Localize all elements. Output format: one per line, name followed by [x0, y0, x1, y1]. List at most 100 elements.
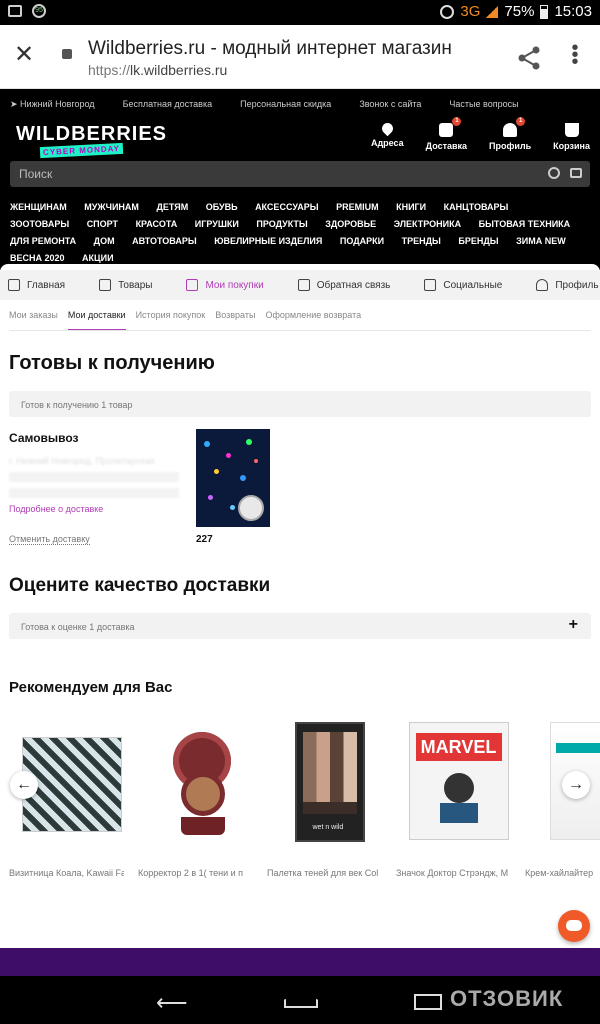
blurred-line [9, 488, 179, 498]
cart-icon [564, 123, 579, 137]
product-name: Значок Доктор Стрэндж, М [396, 868, 509, 878]
recommend-heading: Рекомендуем для Вас [9, 679, 173, 696]
product-name: Палетка теней для век Col [267, 868, 379, 878]
overflow-menu-icon[interactable]: • • • [570, 38, 580, 72]
category-link[interactable]: ОБУВЬ [206, 199, 238, 216]
free-delivery-link[interactable]: Бесплатная доставка [123, 99, 213, 110]
category-link[interactable]: АВТОТОВАРЫ [132, 233, 197, 250]
carousel-next-arrow[interactable]: → [562, 771, 590, 799]
recommendation-card[interactable]: MARVEL Значок Доктор Стрэндж, М [396, 722, 521, 878]
home-icon [8, 279, 20, 291]
tab-goods[interactable]: Товары [91, 279, 152, 291]
ready-strip: Готов к получению 1 товар [9, 391, 591, 417]
subtab-deliveries[interactable]: Мои доставки [67, 310, 126, 331]
product-image[interactable] [196, 429, 270, 527]
alarm-icon [440, 4, 455, 19]
blurred-line [9, 472, 179, 482]
category-link[interactable]: КРАСОТА [136, 216, 178, 233]
tab-profile[interactable]: Профиль [528, 279, 599, 291]
tab-my-purchases[interactable]: Мои покупки [178, 279, 264, 291]
city-link[interactable]: ➤ Нижний Новгород [10, 99, 95, 110]
profile-badge: 1 [516, 117, 526, 126]
share-icon[interactable] [516, 45, 542, 71]
site-logo[interactable]: WILDBERRIES [16, 123, 167, 146]
delivery-button[interactable]: 1 Доставка [426, 117, 467, 151]
cancel-delivery-link[interactable]: Отменить доставку [9, 534, 90, 545]
recommendation-card[interactable]: wet n wild Палетка теней для век Col [267, 722, 392, 878]
expand-plus-icon[interactable]: + [569, 616, 578, 634]
back-icon[interactable]: ⟵ [156, 990, 188, 1016]
personal-discount-link[interactable]: Персональная скидка [240, 99, 331, 110]
search-icon[interactable] [548, 167, 560, 179]
subtab-history[interactable]: История покупок [136, 310, 206, 331]
site-header: ➤ Нижний Новгород Бесплатная доставка Пе… [0, 89, 600, 266]
category-link[interactable]: ПОДАРКИ [340, 233, 384, 250]
subtab-returns[interactable]: Возвраты [215, 310, 255, 331]
delivery-details-link[interactable]: Подробнее о доставке [9, 504, 103, 514]
category-link[interactable]: МУЖЧИНАМ [84, 199, 139, 216]
category-link[interactable]: ЗООТОВАРЫ [10, 216, 69, 233]
recommendations-carousel: Визитница Коала, Kawaii Fa Корректор 2 в… [0, 722, 600, 878]
product-name: Корректор 2 в 1( тени и п [138, 868, 244, 878]
category-link[interactable]: БРЕНДЫ [458, 233, 498, 250]
footer-bar [0, 948, 600, 976]
recent-apps-icon[interactable] [414, 994, 442, 1010]
category-link[interactable]: ЗДОРОВЬЕ [325, 216, 376, 233]
product-image: MARVEL [408, 722, 509, 840]
chat-button[interactable] [558, 910, 590, 942]
pickup-label: Самовывоз [9, 431, 79, 445]
category-link[interactable]: АКСЕССУАРЫ [255, 199, 319, 216]
rate-heading: Оцените качество доставки [9, 575, 271, 596]
tab-social[interactable]: Социальные [416, 279, 502, 291]
category-link[interactable]: ТРЕНДЫ [402, 233, 441, 250]
battery-label: 75% [504, 3, 535, 20]
gallery-icon [8, 5, 22, 17]
browser-toolbar: ✕ Wildberries.ru - модный интернет магаз… [0, 25, 600, 89]
delivery-icon: 1 [439, 117, 462, 137]
recommendation-card[interactable]: Корректор 2 в 1( тени и п [138, 722, 263, 878]
category-link[interactable]: СПОРТ [87, 216, 118, 233]
category-link[interactable]: ПРОДУКТЫ [256, 216, 307, 233]
profile-button[interactable]: 1 Профиль [489, 117, 531, 151]
category-link[interactable]: ЖЕНЩИНАМ [10, 199, 67, 216]
category-link[interactable]: ЮВЕЛИРНЫЕ ИЗДЕЛИЯ [214, 233, 322, 250]
category-link[interactable]: ЗИМА NEW [516, 233, 566, 250]
page-url[interactable]: https://lk.wildberries.ru [88, 62, 227, 78]
lock-icon [62, 49, 72, 59]
system-nav-bar: ⟵ ОТЗОВИК [0, 976, 600, 1024]
page-title: Wildberries.ru - модный интернет магазин [88, 38, 452, 59]
category-menu: ЖЕНЩИНАМ МУЖЧИНАМ ДЕТЯМ ОБУВЬ АКСЕССУАРЫ… [10, 199, 595, 267]
pickup-address: г. Нижний Новгород, Пролетарская [9, 456, 155, 466]
category-link[interactable]: КНИГИ [396, 199, 426, 216]
brand-text: wet n wild [312, 824, 344, 831]
tab-feedback[interactable]: Обратная связь [290, 279, 390, 291]
subtab-return-form[interactable]: Оформление возврата [265, 310, 361, 331]
category-link[interactable]: ДЛЯ РЕМОНТА [10, 233, 76, 250]
close-tab-icon[interactable]: ✕ [14, 43, 34, 67]
delivery-badge: 1 [452, 117, 462, 126]
category-link[interactable]: ДЕТЯМ [156, 199, 188, 216]
category-link[interactable]: ИГРУШКИ [195, 216, 239, 233]
callback-link[interactable]: Звонок с сайта [359, 99, 421, 110]
divider [9, 330, 591, 331]
category-link[interactable]: ДОМ [94, 233, 115, 250]
message-icon [297, 279, 310, 291]
status-bar: 95 3G 75% 15:03 [0, 0, 600, 25]
carousel-prev-arrow[interactable]: ← [10, 771, 38, 799]
faq-link[interactable]: Частые вопросы [449, 99, 518, 110]
category-link[interactable]: PREMIUM [336, 199, 379, 216]
category-link[interactable]: БЫТОВАЯ ТЕХНИКА [479, 216, 571, 233]
chat-bubble-icon [566, 920, 582, 931]
product-image [151, 722, 251, 840]
home-icon[interactable] [284, 994, 318, 1008]
category-link[interactable]: КАНЦТОВАРЫ [444, 199, 509, 216]
subtab-orders[interactable]: Мои заказы [9, 310, 58, 331]
cart-button[interactable]: Корзина [553, 123, 590, 151]
search-input[interactable]: Поиск [10, 161, 590, 187]
addresses-button[interactable]: Адреса [371, 120, 404, 151]
camera-icon[interactable] [570, 168, 582, 178]
rate-strip[interactable]: Готова к оценке 1 доставка [9, 613, 591, 639]
account-panel: Главная Товары Мои покупки Обратная связ… [0, 264, 600, 948]
tab-home[interactable]: Главная [0, 279, 65, 291]
category-link[interactable]: ЭЛЕКТРОНИКА [394, 216, 461, 233]
